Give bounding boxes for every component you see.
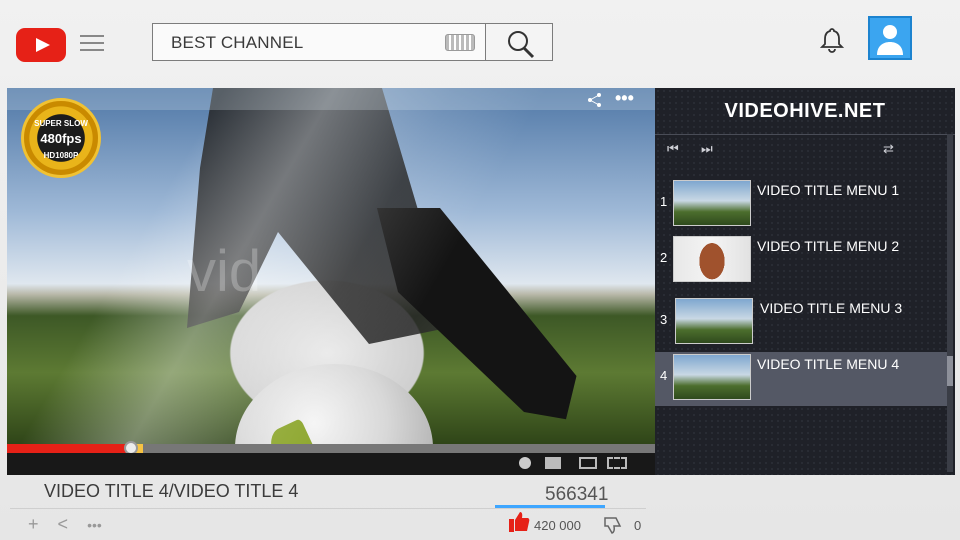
- badge-line1: SUPER SLOW: [34, 119, 88, 128]
- item-thumbnail: [673, 236, 751, 282]
- item-label: VIDEO TITLE MENU 1: [757, 182, 900, 198]
- previous-icon[interactable]: ⏮: [667, 141, 679, 157]
- item-number: 3: [660, 312, 668, 327]
- light-streak: [7, 88, 655, 444]
- control-bar: [7, 453, 655, 475]
- divider: [655, 134, 955, 135]
- share-icon[interactable]: <: [58, 514, 69, 534]
- add-icon[interactable]: +: [28, 514, 39, 534]
- search-input[interactable]: BEST CHANNEL: [171, 33, 303, 53]
- keyboard-icon[interactable]: [445, 34, 475, 51]
- progress-bar[interactable]: [7, 441, 655, 455]
- video-top-bar: [7, 88, 655, 110]
- view-count: 566341: [545, 484, 609, 505]
- progress-played: [7, 444, 131, 453]
- youtube-logo[interactable]: [16, 28, 66, 62]
- search-box[interactable]: BEST CHANNEL: [152, 23, 486, 61]
- playlist-title: VIDEOHIVE.NET: [724, 100, 886, 122]
- item-number: 1: [660, 194, 668, 209]
- badge-line3: HD1080P: [43, 151, 79, 160]
- playlist-scrollbar[interactable]: [947, 134, 953, 472]
- settings-icon[interactable]: [545, 457, 561, 469]
- page: BEST CHANNEL vid ••• SUPER SLOW 480fps H…: [0, 0, 960, 540]
- divider: [10, 508, 646, 509]
- more-options-icon[interactable]: •••: [87, 517, 102, 533]
- super-slow-badge: SUPER SLOW 480fps HD1080P: [21, 98, 101, 178]
- item-number: 2: [660, 250, 668, 265]
- item-thumbnail: [673, 354, 751, 400]
- like-count: 420 000: [534, 518, 581, 533]
- video-player[interactable]: vid ••• SUPER SLOW 480fps HD1080P: [7, 88, 655, 475]
- repeat-icon[interactable]: ⇄: [883, 141, 894, 157]
- playlist-panel: VIDEOHIVE.NET ⏮ ⏭ ⇄ 1 VIDEO TITLE MENU 1…: [655, 88, 955, 475]
- item-label: VIDEO TITLE MENU 2: [757, 238, 900, 254]
- item-label: VIDEO TITLE MENU 3: [760, 300, 903, 316]
- video-frame[interactable]: vid: [7, 88, 655, 475]
- clock-icon[interactable]: [519, 457, 531, 469]
- next-icon[interactable]: ⏭: [701, 141, 713, 157]
- playlist-item-3[interactable]: 3 VIDEO TITLE MENU 3: [655, 296, 947, 350]
- thumbs-up-icon[interactable]: [508, 510, 530, 534]
- thumbs-down-icon[interactable]: [602, 515, 622, 535]
- search-button[interactable]: [485, 23, 553, 61]
- hamburger-menu-icon[interactable]: [80, 35, 104, 53]
- search-icon: [508, 31, 535, 59]
- item-label: VIDEO TITLE MENU 4: [757, 356, 900, 372]
- item-thumbnail: [675, 298, 753, 344]
- bell-icon[interactable]: [819, 26, 845, 54]
- watermark-text: vid: [187, 239, 262, 304]
- fullscreen-icon[interactable]: [607, 457, 627, 469]
- rating-bar: [495, 505, 605, 508]
- badge-line2: 480fps: [40, 131, 82, 146]
- dislike-count: 0: [634, 518, 642, 533]
- scrollbar-thumb[interactable]: [947, 356, 953, 386]
- playlist-item-4[interactable]: 4 VIDEO TITLE MENU 4: [655, 352, 947, 406]
- action-row: + < •••: [28, 514, 102, 535]
- share-icon[interactable]: [587, 92, 603, 108]
- video-title: VIDEO TITLE 4/VIDEO TITLE 4: [44, 481, 299, 501]
- more-options-icon[interactable]: •••: [615, 88, 634, 109]
- user-avatar-icon[interactable]: [868, 16, 912, 60]
- playlist-item-1[interactable]: 1 VIDEO TITLE MENU 1: [655, 178, 947, 232]
- item-thumbnail: [673, 180, 751, 226]
- playlist-item-2[interactable]: 2 VIDEO TITLE MENU 2: [655, 234, 947, 288]
- theater-mode-icon[interactable]: [579, 457, 597, 469]
- item-number: 4: [660, 368, 668, 383]
